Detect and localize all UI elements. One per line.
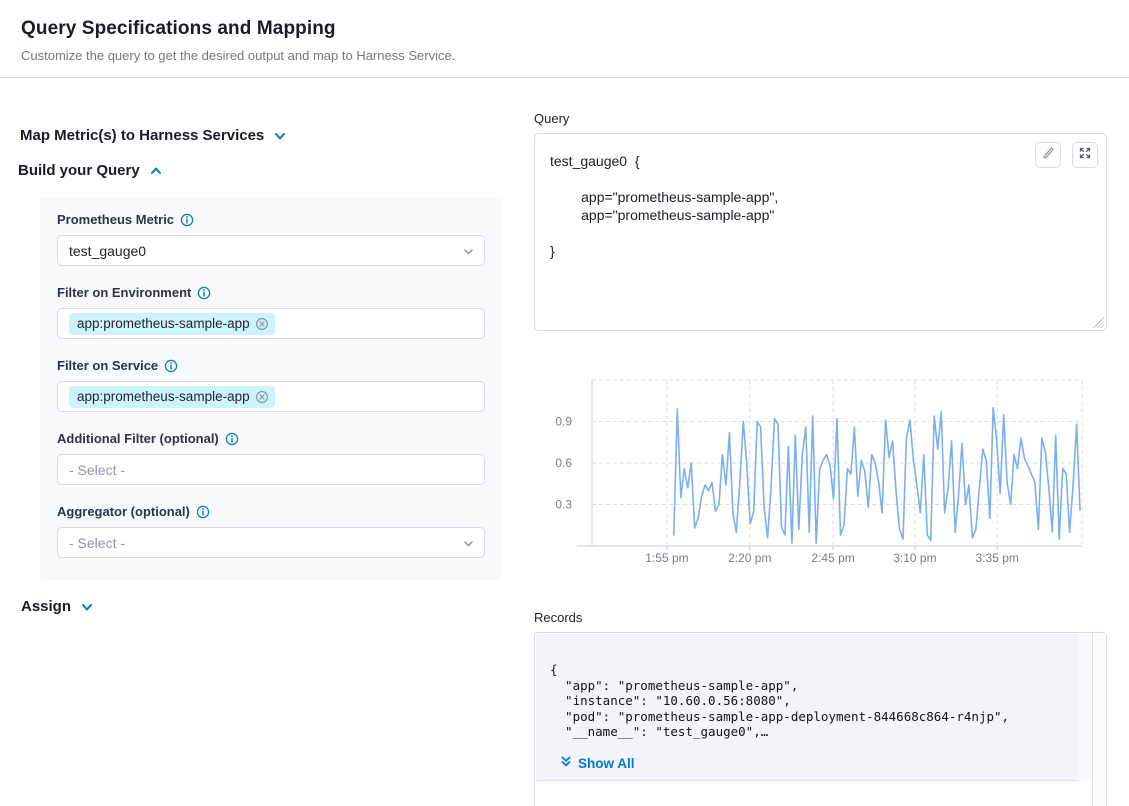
page-subtitle: Customize the query to get the desired o…: [21, 48, 455, 63]
query-builder-form: Prometheus Metric test_gauge0 Filter on …: [40, 198, 502, 580]
edit-query-button[interactable]: [1035, 142, 1061, 168]
info-icon[interactable]: [180, 213, 194, 227]
page-title: Query Specifications and Mapping: [21, 18, 336, 40]
aggregator-label: Aggregator (optional): [57, 504, 485, 519]
info-icon[interactable]: [197, 286, 211, 300]
service-filter-chip: app:prometheus-sample-app: [69, 386, 275, 408]
svg-text:2:45 pm: 2:45 pm: [811, 551, 854, 565]
svg-text:0.3: 0.3: [555, 498, 572, 512]
query-editor[interactable]: test_gauge0 { app="prometheus-sample-app…: [534, 133, 1107, 331]
records-scrollbar[interactable]: [1092, 633, 1106, 806]
query-panel-label: Query: [534, 111, 569, 126]
trend-chart-svg: 0.3 0.6 0.9 1:55 pm 2:20 pm 2:45 pm 3:10 pm 3:3…: [534, 373, 1107, 568]
svg-text:3:10 pm: 3:10 pm: [893, 551, 936, 565]
expand-query-button[interactable]: [1072, 142, 1098, 168]
section-map-metrics[interactable]: Map Metric(s) to Harness Services: [20, 127, 287, 144]
trend-line: [674, 408, 1080, 544]
resize-handle[interactable]: [1093, 317, 1104, 328]
info-icon[interactable]: [225, 432, 239, 446]
svg-text:3:35 pm: 3:35 pm: [976, 551, 1019, 565]
additional-filter-label-text: Additional Filter (optional): [57, 431, 219, 446]
info-icon[interactable]: [196, 505, 210, 519]
pencil-icon: [1041, 145, 1056, 165]
chevron-up-icon: [149, 164, 163, 178]
filter-environment-label: Filter on Environment: [57, 285, 485, 300]
metric-trend-chart: 0.3 0.6 0.9 1:55 pm 2:20 pm 2:45 pm 3:10 pm 3:3…: [534, 373, 1107, 568]
double-chevron-down-icon: [560, 755, 572, 771]
remove-chip-icon[interactable]: [255, 390, 269, 404]
query-text: test_gauge0 { app="prometheus-sample-app…: [550, 152, 778, 260]
prometheus-metric-value: test_gauge0: [69, 243, 146, 259]
chevron-down-icon: [462, 245, 475, 258]
additional-filter-placeholder: - Select -: [69, 462, 125, 478]
section-assign[interactable]: Assign: [21, 598, 94, 615]
filter-service-label: Filter on Service: [57, 358, 485, 373]
svg-text:1:55 pm: 1:55 pm: [645, 551, 688, 565]
svg-text:0.6: 0.6: [555, 456, 572, 470]
prometheus-metric-select[interactable]: test_gauge0: [57, 235, 485, 266]
section-assign-label: Assign: [21, 598, 71, 615]
filter-service-input[interactable]: app:prometheus-sample-app: [57, 381, 485, 412]
record-item: { "app": "prometheus-sample-app", "insta…: [536, 634, 1078, 781]
section-build-query-label: Build your Query: [18, 162, 140, 179]
filter-environment-label-text: Filter on Environment: [57, 285, 191, 300]
aggregator-label-text: Aggregator (optional): [57, 504, 190, 519]
expand-icon: [1078, 146, 1092, 165]
prometheus-metric-label-text: Prometheus Metric: [57, 212, 174, 227]
service-filter-chip-text: app:prometheus-sample-app: [77, 389, 250, 405]
record-card-gutter: [1078, 634, 1091, 781]
additional-filter-input[interactable]: - Select -: [57, 454, 485, 485]
svg-text:2:20 pm: 2:20 pm: [728, 551, 771, 565]
section-build-query[interactable]: Build your Query: [18, 162, 163, 179]
additional-filter-label: Additional Filter (optional): [57, 431, 485, 446]
aggregator-select[interactable]: - Select -: [57, 527, 485, 558]
aggregator-placeholder: - Select -: [69, 535, 125, 551]
prometheus-metric-label: Prometheus Metric: [57, 212, 485, 227]
show-all-link[interactable]: Show All: [560, 755, 635, 771]
chevron-down-icon: [273, 129, 287, 143]
chevron-down-icon: [462, 537, 475, 550]
query-actions: [1035, 142, 1098, 168]
records-panel-label: Records: [534, 610, 582, 625]
environment-filter-chip: app:prometheus-sample-app: [69, 313, 275, 335]
environment-filter-chip-text: app:prometheus-sample-app: [77, 316, 250, 332]
filter-environment-input[interactable]: app:prometheus-sample-app: [57, 308, 485, 339]
filter-service-label-text: Filter on Service: [57, 358, 158, 373]
section-map-metrics-label: Map Metric(s) to Harness Services: [20, 127, 264, 144]
info-icon[interactable]: [164, 359, 178, 373]
record-json-text: { "app": "prometheus-sample-app", "insta…: [550, 662, 1009, 740]
show-all-label: Show All: [578, 756, 635, 771]
page-header: Query Specifications and Mapping Customi…: [0, 0, 1129, 78]
remove-chip-icon[interactable]: [255, 317, 269, 331]
records-panel: { "app": "prometheus-sample-app", "insta…: [534, 632, 1107, 806]
svg-text:0.9: 0.9: [555, 415, 572, 429]
chevron-down-icon: [80, 600, 94, 614]
